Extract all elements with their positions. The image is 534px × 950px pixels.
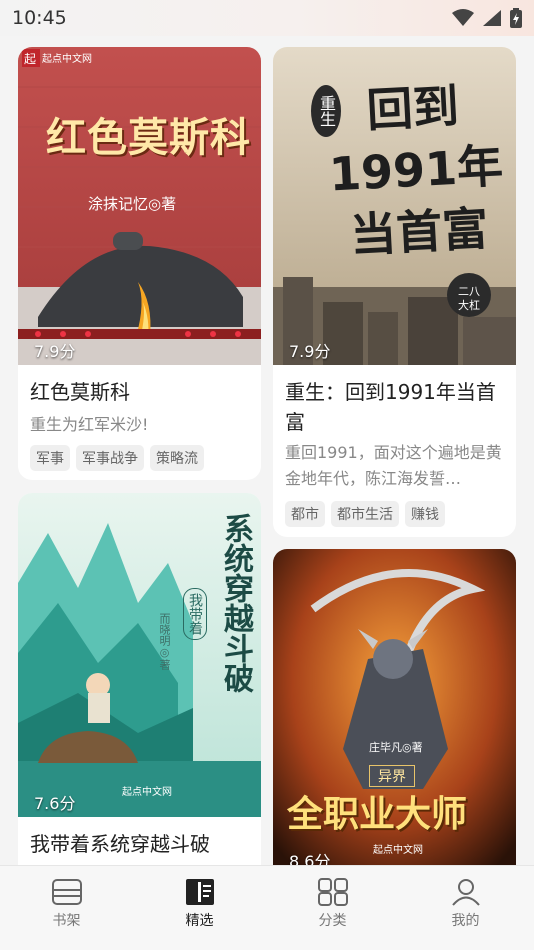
book-cover: 庄毕凡◎著 异界 全职业大师 起点中文网 [273,549,516,865]
cover-badge: 我带着 [183,588,207,640]
tag[interactable]: 都市生活 [331,501,399,527]
book-cover: 起 起点中文网 红色莫斯科 涂抹记忆◎著 [18,47,261,365]
battery-icon [510,8,522,28]
tab-mine[interactable]: 我的 [399,866,532,950]
user-icon [451,879,480,906]
book-title[interactable]: 红色莫斯科 [30,377,249,407]
book-description: 重回1991，面对这个遍地是黄金地年代，陈江海发誓… [285,443,502,488]
cover-title: 全职业大师 [287,794,468,835]
grid-icon [317,878,348,906]
tab-bookshelf[interactable]: 书架 [0,866,133,950]
cover-author: 而晓明◎著 [158,613,171,670]
bottom-tab-bar: 书架 精选 分类 我的 [0,865,534,950]
book-description: 重生为红军米沙! [30,415,149,434]
svg-text:起: 起 [24,52,36,66]
tag[interactable]: 都市 [285,501,325,527]
tab-label: 我的 [451,913,480,929]
tag[interactable]: 策略流 [150,445,204,471]
cover-title: 回到1991年当首富 [327,78,505,263]
book-card[interactable]: 起 起点中文网 红色莫斯科 涂抹记忆◎著 7.9分 红色莫斯科 重生为红军米沙!… [18,47,261,480]
book-title[interactable]: 我带着系统穿越斗破 [30,829,249,859]
cover-author: 涂抹记忆◎著 [88,195,177,213]
cover-title: 红色莫斯科 [46,115,251,161]
cover-author: 庄毕凡◎著 [369,741,423,754]
book-feed[interactable]: 起 起点中文网 红色莫斯科 涂抹记忆◎著 7.9分 红色莫斯科 重生为红军米沙!… [0,36,534,865]
book-card[interactable]: 庄毕凡◎著 异界 全职业大师 起点中文网 8.6分 [273,549,516,865]
cover-author: 二八大杠 [458,285,480,312]
tab-label: 分类 [318,913,347,929]
book-card[interactable]: 重生 回到1991年当首富 二八大杠 7.9分 重生：回到1991年当首富 重回… [273,47,516,537]
cover-title: 系统穿越斗破 [218,513,253,693]
publisher-logo: 起点中文网 [373,845,423,856]
status-time: 10:45 [12,7,67,29]
tab-featured[interactable]: 精选 [133,866,266,950]
book-title[interactable]: 重生：回到1991年当首富 [285,377,504,437]
tab-label: 书架 [52,913,81,929]
wifi-icon [452,9,474,26]
tag[interactable]: 军事战争 [76,445,144,471]
publisher-logo: 起点中文网 [122,787,172,798]
book-cover: 系统穿越斗破 我带着 而晓明◎著 起点中文网 [18,493,261,817]
tag[interactable]: 军事 [30,445,70,471]
rating-score: 7.9分 [34,342,76,361]
tab-category[interactable]: 分类 [266,866,399,950]
rating-score: 8.6分 [289,852,331,865]
book-cover: 重生 回到1991年当首富 二八大杠 [273,47,516,365]
bookshelf-icon [51,879,82,905]
status-bar: 10:45 [0,0,534,36]
signal-icon [483,10,501,26]
cover-subtitle: 异界 [369,765,415,787]
tag-list: 都市 都市生活 赚钱 [285,501,445,527]
book-open-icon [185,879,214,905]
rating-score: 7.9分 [289,342,331,361]
book-card[interactable]: 系统穿越斗破 我带着 而晓明◎著 起点中文网 7.6分 我带着系统穿越斗破 [18,493,261,865]
tag-list: 军事 军事战争 策略流 [30,445,204,471]
tag[interactable]: 赚钱 [405,501,445,527]
rating-score: 7.6分 [34,794,76,813]
publisher-logo: 起点中文网 [42,54,92,65]
tab-label: 精选 [185,913,214,929]
